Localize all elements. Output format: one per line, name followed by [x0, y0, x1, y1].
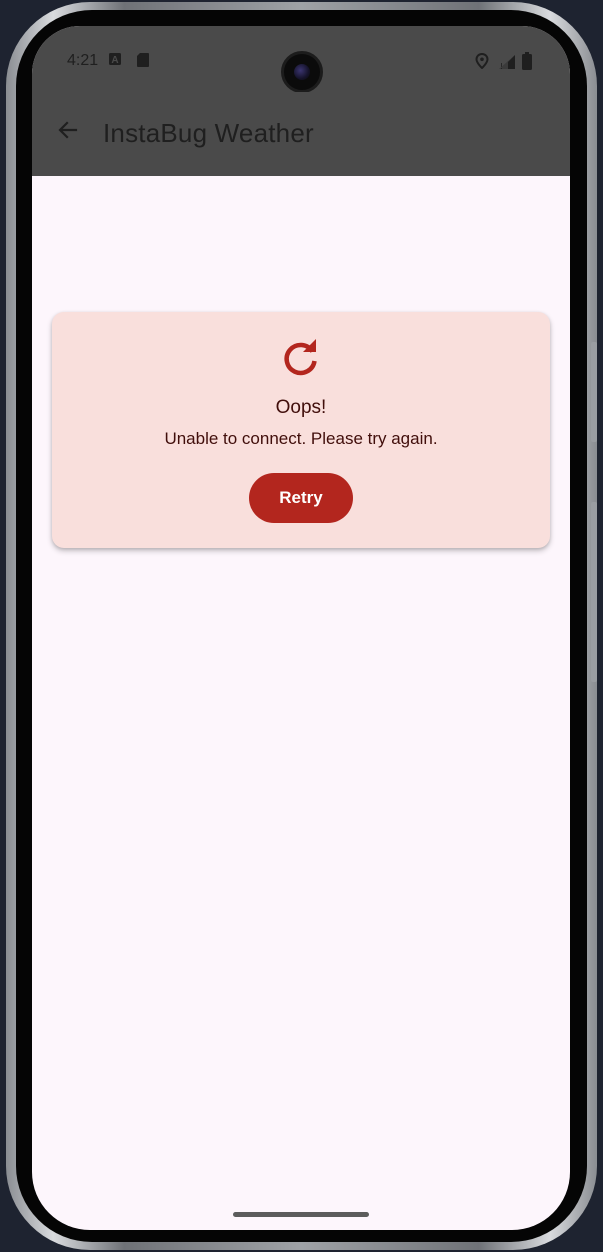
home-indicator[interactable]	[233, 1212, 369, 1217]
app-bar: InstaBug Weather	[32, 92, 570, 176]
status-bar: 4:21 A !	[32, 26, 570, 93]
back-button[interactable]	[48, 112, 88, 152]
location-icon	[475, 52, 489, 74]
error-card: Oops! Unable to connect. Please try agai…	[52, 312, 550, 548]
error-title: Oops!	[275, 397, 327, 418]
retry-button[interactable]: Retry	[249, 473, 353, 523]
sd-card-icon	[136, 52, 150, 73]
power-button	[591, 502, 597, 682]
page-title: InstaBug Weather	[103, 118, 314, 148]
device-screen: 4:21 A ! InstaBug Weather Oops! Unable t…	[32, 26, 570, 1230]
svg-text:A: A	[111, 55, 118, 66]
status-time: 4:21	[67, 52, 99, 69]
error-message: Unable to connect. Please try again.	[164, 429, 438, 448]
volume-button	[591, 342, 597, 442]
front-camera	[281, 51, 323, 93]
refresh-icon	[281, 338, 321, 378]
signal-icon: !	[498, 54, 516, 75]
arrow-left-icon	[56, 118, 80, 147]
svg-text:!: !	[500, 62, 503, 70]
keyboard-a-icon: A	[108, 52, 122, 71]
battery-icon	[522, 52, 532, 75]
